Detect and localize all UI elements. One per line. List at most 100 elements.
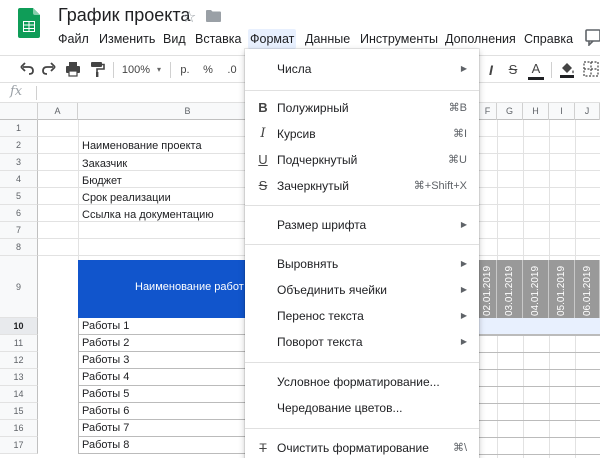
row-header[interactable]: 5 — [0, 188, 38, 205]
menu-tools[interactable]: Инструменты — [358, 29, 440, 49]
borders-icon[interactable] — [582, 60, 600, 78]
menu-item-label: Курсив — [277, 127, 316, 141]
menu-item-clear-formatting[interactable]: T Очистить форматирование ⌘\ — [245, 435, 479, 458]
strikethrough-icon[interactable]: S — [506, 61, 520, 79]
grid-line — [479, 437, 600, 438]
row-header[interactable]: 14 — [0, 386, 38, 403]
menu-addons[interactable]: Дополнения — [443, 29, 518, 49]
info-label-deadline[interactable]: Срок реализации — [82, 192, 171, 204]
print-icon[interactable] — [64, 60, 82, 78]
column-header-g[interactable]: G — [497, 103, 523, 120]
menu-item-text-wrapping[interactable]: Перенос текста ▶ — [245, 303, 479, 329]
zoom-dropdown-icon[interactable]: ▾ — [152, 61, 166, 79]
menu-data[interactable]: Данные — [303, 29, 352, 49]
work-item[interactable]: Работы 8 — [82, 439, 129, 451]
menu-item-strikethrough[interactable]: S Зачеркнутый ⌘+Shift+X — [245, 173, 479, 199]
column-header-a[interactable]: A — [38, 103, 78, 120]
menu-item-label: Условное форматирование... — [277, 375, 440, 389]
row-header[interactable]: 6 — [0, 205, 38, 222]
menu-view[interactable]: Вид — [161, 29, 188, 49]
menu-item-font-size[interactable]: Размер шрифта ▶ — [245, 212, 479, 238]
zoom-select[interactable]: 100% — [120, 61, 152, 79]
work-item[interactable]: Работы 1 — [82, 320, 129, 332]
redo-icon[interactable] — [40, 60, 58, 78]
date-header-cell[interactable]: 03.01.2019 — [497, 260, 523, 318]
row-header[interactable]: 15 — [0, 403, 38, 420]
menu-item-label: Выровнять — [277, 257, 339, 271]
document-title[interactable]: График проекта — [58, 5, 190, 26]
menu-insert[interactable]: Вставка — [193, 29, 243, 49]
row-header[interactable]: 12 — [0, 352, 38, 369]
work-item[interactable]: Работы 2 — [82, 337, 129, 349]
folder-icon[interactable] — [206, 10, 221, 22]
grid-line — [78, 120, 79, 260]
row-header[interactable]: 2 — [0, 137, 38, 154]
menu-item-conditional-formatting[interactable]: Условное форматирование... — [245, 369, 479, 395]
menu-item-underline[interactable]: U Подчеркнутый ⌘U — [245, 147, 479, 173]
star-icon[interactable]: ☆ — [182, 7, 196, 27]
row-header[interactable]: 4 — [0, 171, 38, 188]
column-header-j[interactable]: J — [575, 103, 600, 120]
date-header-cell[interactable]: 02.01.2019 — [479, 260, 497, 318]
row-header[interactable]: 13 — [0, 369, 38, 386]
info-label-budget[interactable]: Бюджет — [82, 175, 122, 187]
paint-format-icon[interactable] — [88, 60, 106, 78]
underline-icon: U — [258, 152, 268, 167]
work-item[interactable]: Работы 4 — [82, 371, 129, 383]
menu-item-align[interactable]: Выровнять ▶ — [245, 251, 479, 277]
menu-item-numbers[interactable]: Числа ▶ — [245, 56, 479, 82]
menu-help[interactable]: Справка — [522, 29, 575, 49]
row-header[interactable]: 8 — [0, 239, 38, 256]
row-header[interactable]: 1 — [0, 120, 38, 137]
menu-separator — [245, 205, 479, 206]
undo-icon[interactable] — [18, 60, 36, 78]
row-header[interactable]: 3 — [0, 154, 38, 171]
date-header-cell[interactable]: 06.01.2019 — [575, 260, 600, 318]
format-menu: Числа ▶ B Полужирный ⌘B I Курсив ⌘I U По… — [245, 49, 479, 458]
formula-divider — [36, 86, 37, 100]
select-all-corner[interactable] — [0, 103, 38, 120]
menu-item-label: Объединить ячейки — [277, 283, 387, 297]
work-item[interactable]: Работы 3 — [82, 354, 129, 366]
date-header-cell[interactable]: 04.01.2019 — [523, 260, 549, 318]
row-header[interactable]: 17 — [0, 437, 38, 454]
info-label-docs-link[interactable]: Ссылка на документацию — [82, 209, 214, 221]
work-item[interactable]: Работы 5 — [82, 388, 129, 400]
grid-line — [479, 386, 600, 387]
menu-file[interactable]: Файл — [56, 29, 91, 49]
menu-item-italic[interactable]: I Курсив ⌘I — [245, 121, 479, 147]
work-item[interactable]: Работы 6 — [82, 405, 129, 417]
info-label-customer[interactable]: Заказчик — [82, 158, 127, 170]
text-color-icon[interactable]: A — [528, 61, 544, 80]
comments-icon[interactable] — [584, 28, 600, 46]
italic-icon[interactable]: I — [484, 61, 498, 79]
info-label-project-name[interactable]: Наименование проекта — [82, 140, 202, 152]
decrease-decimal-button[interactable]: .0 — [224, 61, 240, 79]
toolbar-divider — [551, 62, 552, 78]
row-header-selected[interactable]: 10 — [0, 318, 38, 335]
row-header[interactable]: 9 — [0, 256, 38, 318]
menu-item-label: Очистить форматирование — [277, 441, 429, 455]
row-header[interactable]: 11 — [0, 335, 38, 352]
menu-item-bold[interactable]: B Полужирный ⌘B — [245, 95, 479, 121]
currency-format-button[interactable]: р. — [178, 61, 192, 79]
percent-format-button[interactable]: % — [202, 61, 214, 79]
menu-format[interactable]: Формат — [248, 29, 297, 49]
column-header-f[interactable]: F — [479, 103, 497, 120]
shortcut-label: ⌘\ — [452, 442, 467, 454]
menu-item-merge-cells[interactable]: Объединить ячейки ▶ — [245, 277, 479, 303]
menu-edit[interactable]: Изменить — [97, 29, 157, 49]
column-header-h[interactable]: H — [523, 103, 549, 120]
menu-bar: Файл Изменить Вид Вставка Формат Данные … — [0, 29, 600, 49]
menu-item-label: Размер шрифта — [277, 218, 367, 232]
date-label: 06.01.2019 — [582, 265, 593, 316]
menu-item-alternating-colors[interactable]: Чередование цветов... — [245, 395, 479, 421]
shortcut-label: ⌘B — [448, 102, 467, 114]
fill-color-icon[interactable] — [558, 60, 576, 78]
menu-item-text-rotation[interactable]: Поворот текста ▶ — [245, 329, 479, 355]
column-header-i[interactable]: I — [549, 103, 575, 120]
work-item[interactable]: Работы 7 — [82, 422, 129, 434]
date-header-cell[interactable]: 05.01.2019 — [549, 260, 575, 318]
row-header[interactable]: 16 — [0, 420, 38, 437]
row-header[interactable]: 7 — [0, 222, 38, 239]
